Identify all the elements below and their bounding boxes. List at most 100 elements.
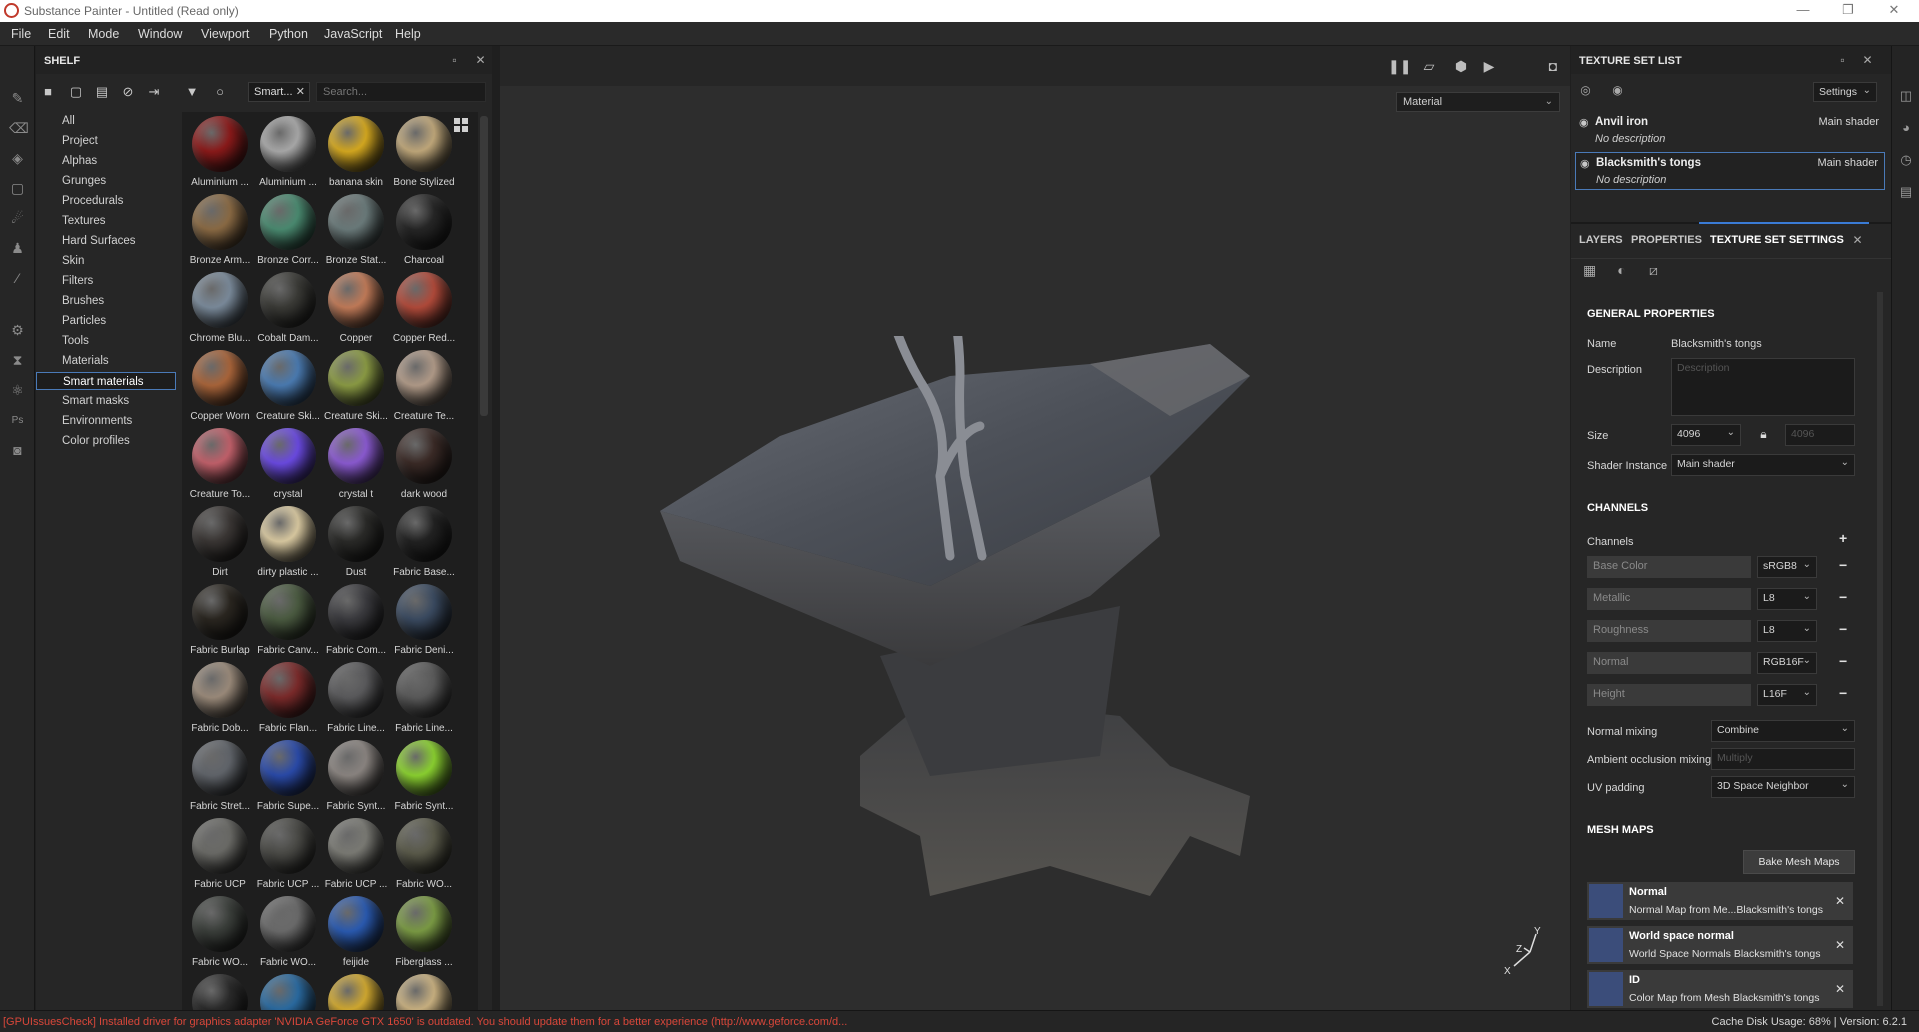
mesh-map-item[interactable]: Normal Normal Map from Me...Blacksmith's …	[1587, 882, 1853, 920]
channel-format-select[interactable]: L16F ⌄	[1757, 684, 1817, 706]
material-thumbnail[interactable]: Charcoal	[390, 192, 458, 270]
material-thumbnail[interactable]: Fabric Synt...	[322, 738, 390, 816]
remove-mesh-map-icon[interactable]: ✕	[1835, 938, 1845, 952]
material-thumbnail[interactable]: Aluminium ...	[254, 114, 322, 192]
size-select[interactable]: 4096 ⌄	[1671, 424, 1741, 446]
shelf-category-materials[interactable]: Materials	[36, 352, 176, 370]
filter-icon[interactable]: ▼	[184, 84, 200, 100]
tab-layers[interactable]: LAYERS	[1579, 234, 1623, 246]
texture-set-anvil-iron[interactable]: ◉ Anvil iron No description Main shader	[1575, 112, 1885, 150]
eye-icon[interactable]: ◉	[1611, 84, 1624, 97]
close-icon[interactable]: ✕	[474, 54, 487, 67]
screenshot-icon[interactable]: ◙	[9, 442, 26, 459]
settings-scrollbar[interactable]	[1877, 292, 1883, 1006]
projection-icon[interactable]: ◈	[9, 150, 26, 167]
minimize-button[interactable]: —	[1783, 2, 1823, 20]
shelf-category-project[interactable]: Project	[36, 132, 176, 150]
camera-icon[interactable]: ▶	[1480, 58, 1498, 74]
remove-mesh-map-icon[interactable]: ✕	[1835, 982, 1845, 996]
photoshop-icon[interactable]: Ps	[9, 412, 26, 429]
hide-icon[interactable]: ⊘	[120, 84, 136, 100]
shelf-category-environments[interactable]: Environments	[36, 412, 176, 430]
material-thumbnail[interactable]: Creature Ski...	[322, 348, 390, 426]
material-thumbnail[interactable]: banana skin	[322, 114, 390, 192]
undock-icon[interactable]: ▫	[1836, 54, 1849, 67]
uv-icon[interactable]: ⧄	[1647, 263, 1660, 277]
display-settings-icon[interactable]: ◕	[1898, 120, 1914, 136]
material-thumbnail[interactable]: Fabric UCP ...	[322, 816, 390, 894]
remove-channel-icon[interactable]: −	[1839, 557, 1847, 573]
channel-name[interactable]: Roughness	[1587, 620, 1751, 642]
material-thumbnail[interactable]: Fabric Synt...	[390, 738, 458, 816]
material-thumbnail[interactable]: Fabric Line...	[322, 660, 390, 738]
history-icon[interactable]: ◷	[1898, 152, 1914, 168]
texture-set-blacksmiths-tongs[interactable]: ◉ Blacksmith's tongs No description Main…	[1575, 152, 1885, 190]
shelf-search-input[interactable]	[316, 82, 486, 102]
material-thumbnail[interactable]: Cobalt Dam...	[254, 270, 322, 348]
remove-channel-icon[interactable]: −	[1839, 621, 1847, 637]
maximize-button[interactable]: ❐	[1828, 2, 1868, 20]
material-thumbnail[interactable]: dirty plastic ...	[254, 504, 322, 582]
material-thumbnail[interactable]: Fabric Canv...	[254, 582, 322, 660]
new-item-icon[interactable]: ▢	[68, 84, 84, 100]
remove-channel-icon[interactable]: −	[1839, 685, 1847, 701]
remove-channel-icon[interactable]: −	[1839, 653, 1847, 669]
log-icon[interactable]: ▤	[1898, 184, 1914, 200]
material-thumbnail[interactable]: dark wood	[390, 426, 458, 504]
shelf-category-textures[interactable]: Textures	[36, 212, 176, 230]
lock-icon[interactable]: 🔒︎	[1757, 428, 1770, 441]
material-thumbnail[interactable]: Copper Red...	[390, 270, 458, 348]
color-picker-icon[interactable]: ⁄	[9, 270, 26, 287]
add-channel-icon[interactable]: +	[1839, 530, 1847, 546]
channel-name[interactable]: Height	[1587, 684, 1751, 706]
eraser-icon[interactable]: ⌫	[9, 120, 29, 137]
pause-icon[interactable]: ❚❚	[1388, 58, 1411, 74]
shelf-category-tools[interactable]: Tools	[36, 332, 176, 350]
material-thumbnail[interactable]: Fabric Supe...	[254, 738, 322, 816]
geometry-mask-icon[interactable]: ▢	[9, 180, 26, 197]
render-mode-select[interactable]: Material ⌄	[1396, 92, 1560, 112]
shelf-category-smart-materials[interactable]: Smart materials	[36, 372, 176, 390]
material-thumbnail[interactable]: Bronze Corr...	[254, 192, 322, 270]
shelf-category-color-profiles[interactable]: Color profiles	[36, 432, 176, 450]
shelf-scrollbar[interactable]	[480, 116, 488, 416]
material-thumbnail[interactable]: Fabric WO...	[390, 816, 458, 894]
normal-mixing-select[interactable]: Combine ⌄	[1711, 720, 1855, 742]
material-thumbnail[interactable]: Fabric WO...	[186, 894, 254, 972]
menu-viewport[interactable]: Viewport	[201, 27, 249, 41]
tab-texture-set-settings[interactable]: TEXTURE SET SETTINGS	[1710, 234, 1844, 246]
menu-python[interactable]: Python	[269, 27, 308, 41]
list-icon[interactable]: ▤	[94, 84, 110, 100]
material-thumbnail[interactable]: Fabric Stret...	[186, 738, 254, 816]
clear-filter-icon[interactable]: ✕	[296, 85, 305, 98]
shelf-category-all[interactable]: All	[36, 112, 176, 130]
material-thumbnail[interactable]: Chrome Blu...	[186, 270, 254, 348]
menu-file[interactable]: File	[11, 27, 31, 41]
visibility-toggle-icon[interactable]: ◎	[1579, 84, 1592, 97]
material-thumbnail[interactable]: Fabric Flan...	[254, 660, 322, 738]
description-field[interactable]: Description	[1671, 358, 1855, 416]
filter-tag[interactable]: Smart... ✕	[248, 82, 310, 102]
menu-help[interactable]: Help	[395, 27, 421, 41]
clone-stamp-icon[interactable]: ♟	[9, 240, 26, 257]
remove-channel-icon[interactable]: −	[1839, 589, 1847, 605]
paint-brush-icon[interactable]: ✎	[9, 90, 26, 107]
material-thumbnail[interactable]: Fabric Dob...	[186, 660, 254, 738]
material-thumbnail[interactable]: Creature To...	[186, 426, 254, 504]
material-icon[interactable]: ◐	[1615, 263, 1628, 277]
plugins-icon[interactable]: ⚛	[9, 382, 26, 399]
material-thumbnail[interactable]	[322, 972, 390, 1010]
2d-view-icon[interactable]: ▱	[1420, 58, 1438, 74]
texture-set-list-icon[interactable]: ◫	[1898, 88, 1914, 104]
material-thumbnail[interactable]: Fabric UCP ...	[254, 816, 322, 894]
material-thumbnail[interactable]	[390, 972, 458, 1010]
material-thumbnail[interactable]: Copper	[322, 270, 390, 348]
material-thumbnail[interactable]: Fabric Base...	[390, 504, 458, 582]
material-thumbnail[interactable]: Fabric UCP	[186, 816, 254, 894]
remove-mesh-map-icon[interactable]: ✕	[1835, 894, 1845, 908]
export-icon[interactable]: ⧗	[9, 352, 26, 369]
close-tab-icon[interactable]: ✕	[1851, 234, 1864, 247]
material-thumbnail[interactable]: Dust	[322, 504, 390, 582]
mesh-map-item[interactable]: ID Color Map from Mesh Blacksmith's tongs…	[1587, 970, 1853, 1008]
texture-set-icon[interactable]: ▦	[1583, 263, 1596, 277]
